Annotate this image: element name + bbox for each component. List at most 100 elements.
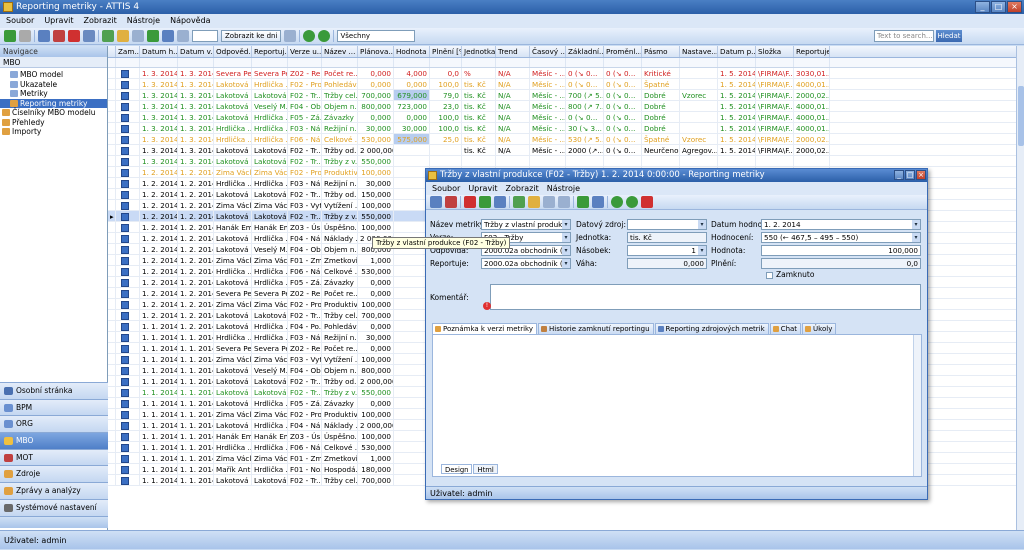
locked-cell[interactable] [116,376,140,386]
print-icon[interactable] [543,196,555,208]
editor-mode-tab[interactable]: Html [473,464,498,474]
locked-cell[interactable] [116,343,140,353]
filter-cell[interactable] [430,58,462,67]
locked-cell[interactable] [116,123,140,133]
module-button[interactable]: Zprávy a analýzy [0,482,108,499]
tree-item[interactable]: MBO model [0,70,107,80]
tree-item[interactable]: Přehledy [0,118,107,128]
copy-icon[interactable] [592,196,604,208]
dialog-tab[interactable]: Historie zamknutí reportingu [538,323,654,334]
export-icon[interactable] [117,30,129,42]
editor-scrollbar[interactable] [913,335,921,476]
dialog-minimize-button[interactable]: _ [894,170,904,180]
minimize-button[interactable]: _ [975,1,990,13]
locked-cell[interactable] [116,475,140,485]
locked-cell[interactable] [116,222,140,232]
locked-cell[interactable] [116,453,140,463]
calendar-icon[interactable] [177,30,189,42]
module-button[interactable]: MOT [0,448,108,466]
module-button[interactable]: BPM [0,398,108,416]
tree-item[interactable]: Reporting metriky [0,98,107,108]
menu-item[interactable]: Zobrazit [84,14,117,28]
dialog-menu-item[interactable]: Nástroje [547,182,580,195]
locked-cell[interactable] [116,464,140,474]
locked-cell[interactable] [116,299,140,309]
data-source-field[interactable] [627,219,707,230]
menu-item[interactable]: Upravit [44,14,73,28]
dialog-tab[interactable]: Poznámka k verzi metriky [432,323,538,334]
tree-item[interactable]: Metriky [0,89,107,99]
locked-cell[interactable] [116,310,140,320]
fulfillment-field[interactable]: 0,0 [761,258,921,269]
column-header[interactable]: Reportuje [794,46,830,57]
dialog-menu-item[interactable]: Soubor [432,182,460,195]
confirm-icon[interactable] [479,196,491,208]
table-row[interactable]: 1. 3. 20141. 3. 2014Severa PetrSevera Pe… [108,68,1016,79]
date-input[interactable] [192,30,218,42]
locked-cell[interactable] [116,211,140,221]
note-editor[interactable]: Design Html [432,334,922,477]
table-row[interactable]: 1. 3. 2014 1. 3. 2014 Hrdlička ... Hrdlička… [108,134,1016,145]
reporter-field[interactable]: 2000.02a obchodník (L... [481,258,571,269]
prev-icon[interactable] [303,30,316,42]
metric-name-field[interactable]: Tržby z vlastní produkce (F0 [481,219,571,230]
module-button[interactable]: MBO [0,432,108,449]
locked-cell[interactable] [116,398,140,408]
filter-cell[interactable] [530,58,566,67]
delete-icon[interactable] [68,30,80,42]
undo-icon[interactable] [494,196,506,208]
grid-icon[interactable] [162,30,174,42]
locked-cell[interactable] [116,420,140,430]
next-icon[interactable] [626,196,638,208]
filter-cell[interactable] [394,58,430,67]
save-close-icon[interactable] [445,196,457,208]
column-header[interactable]: Složka [756,46,794,57]
locked-cell[interactable] [116,354,140,364]
refresh-icon[interactable] [513,196,525,208]
next-icon[interactable] [318,30,331,42]
locked-cell[interactable] [116,167,140,177]
filter-cell[interactable] [322,58,358,67]
column-header[interactable]: Datum p... [718,46,756,57]
locked-cell[interactable] [116,156,140,166]
table-row[interactable]: 1. 3. 20141. 3. 2014Lakotová ...Lakotová… [108,145,1016,156]
filter-cell[interactable] [252,58,288,67]
grid-filter-row[interactable] [108,58,1016,68]
locked-cell[interactable] [116,321,140,331]
locked-cell[interactable] [116,277,140,287]
locked-cell[interactable] [116,90,140,100]
locked-cell[interactable] [116,200,140,210]
locked-cell[interactable] [116,244,140,254]
export-icon[interactable] [528,196,540,208]
filter-select[interactable]: Všechny [337,30,416,42]
module-button[interactable]: Zdroje [0,465,108,483]
value-date-field[interactable]: 1. 2. 2014 [761,219,921,230]
comment-field[interactable] [490,284,921,310]
module-button[interactable]: ORG [0,415,108,433]
column-header[interactable]: Jednotka [462,46,496,57]
close-button[interactable]: × [1007,1,1022,13]
table-row[interactable]: 1. 3. 20141. 3. 2014Lakotová ...Hrdlička… [108,112,1016,123]
column-header[interactable]: Hodnota [394,46,430,57]
save-icon[interactable] [38,30,50,42]
locked-cell[interactable] [116,332,140,342]
dialog-tab[interactable]: Reporting zdrojových metrik [654,323,769,334]
filter-cell[interactable] [116,58,140,67]
locked-cell[interactable] [116,233,140,243]
dialog-close-button[interactable]: × [916,170,926,180]
filter-cell[interactable] [178,58,214,67]
column-header[interactable]: Trend [496,46,530,57]
filter-cell[interactable] [462,58,496,67]
locked-cell[interactable] [116,266,140,276]
reload-icon[interactable] [577,196,589,208]
attach-icon[interactable] [558,196,570,208]
column-header[interactable]: Plánova... [358,46,394,57]
new-icon[interactable] [83,30,95,42]
locked-cell[interactable] [116,387,140,397]
back-icon[interactable] [4,30,16,42]
filter-cell[interactable] [718,58,756,67]
module-button[interactable]: Systémové nastavení [0,498,108,516]
print-icon[interactable] [132,30,144,42]
locked-cell[interactable] [116,101,140,111]
show-date-button[interactable]: Zobrazit ke dni [221,30,282,42]
